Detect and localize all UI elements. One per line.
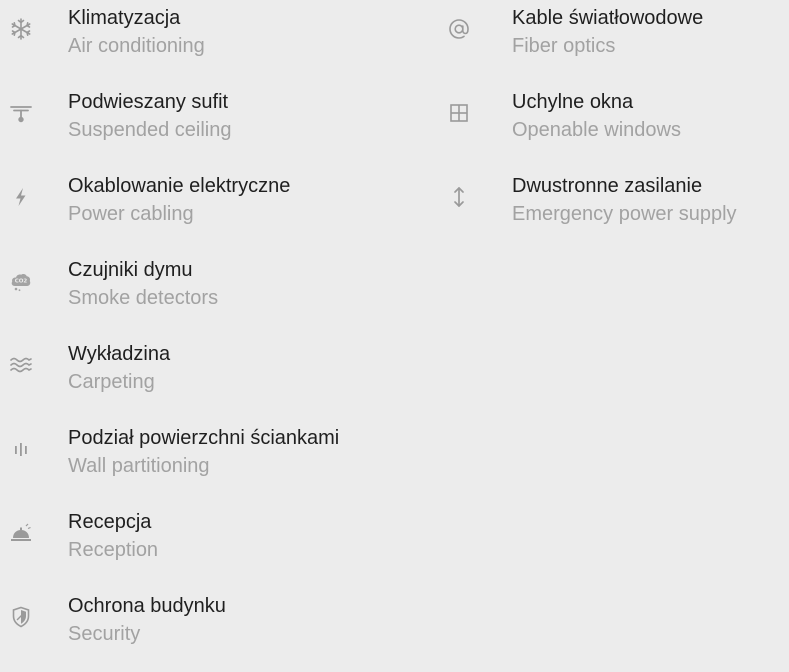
amenity-subtitle: Emergency power supply [512,203,737,225]
vertical-arrows-icon [444,182,474,212]
amenity-title: Klimatyzacja [68,7,181,29]
amenity-subtitle: Suspended ceiling [68,119,232,141]
waves-icon [6,350,36,380]
amenity-subtitle: Fiber optics [512,35,616,57]
amenity-openable-windows: Uchylne okna Openable windows [440,84,789,168]
amenity-security: Ochrona budynku Security [0,588,440,672]
amenity-subtitle: Security [68,623,141,645]
amenity-title: Czujniki dymu [68,259,193,281]
amenity-subtitle: Carpeting [68,371,155,393]
amenity-title: Ochrona budynku [68,595,226,617]
shield-icon [6,602,36,632]
amenity-fiber-optics: Kable światłowodowe Fiber optics [440,0,789,84]
amenity-title: Podział powierzchni ściankami [68,427,340,449]
at-sign-icon [444,14,474,44]
amenity-smoke-detectors: CO2 Czujniki dymu Smoke detectors [0,252,440,336]
amenity-emergency-power: Dwustronne zasilanie Emergency power sup… [440,168,789,252]
window-icon [444,98,474,128]
smoke-cloud-icon: CO2 [6,266,36,296]
amenity-title: Kable światłowodowe [512,7,704,29]
amenity-subtitle: Reception [68,539,159,561]
amenity-subtitle: Openable windows [512,119,681,141]
service-bell-icon [6,518,36,548]
amenity-title: Dwustronne zasilanie [512,175,703,197]
ceiling-lamp-icon [6,98,36,128]
amenity-title: Recepcja [68,511,152,533]
amenity-title: Okablowanie elektryczne [68,175,291,197]
amenity-power-cabling: Okablowanie elektryczne Power cabling [0,168,440,252]
amenity-reception: Recepcja Reception [0,504,440,588]
amenity-air-conditioning: Klimatyzacja Air conditioning [0,0,440,84]
amenity-title: Podwieszany sufit [68,91,229,113]
amenity-carpeting: Wykładzina Carpeting [0,336,440,420]
snowflake-icon [6,14,36,44]
amenity-title: Wykładzina [68,343,171,365]
amenity-subtitle: Wall partitioning [68,455,210,477]
partition-bars-icon [6,434,36,464]
amenity-subtitle: Power cabling [68,203,194,225]
amenity-subtitle: Smoke detectors [68,287,219,309]
amenity-wall-partitioning: Podział powierzchni ściankami Wall parti… [0,420,440,504]
amenity-subtitle: Air conditioning [68,35,205,57]
lightning-icon [6,182,36,212]
amenity-suspended-ceiling: Podwieszany sufit Suspended ceiling [0,84,440,168]
amenity-title: Uchylne okna [512,91,634,113]
svg-text:CO2: CO2 [15,279,28,285]
